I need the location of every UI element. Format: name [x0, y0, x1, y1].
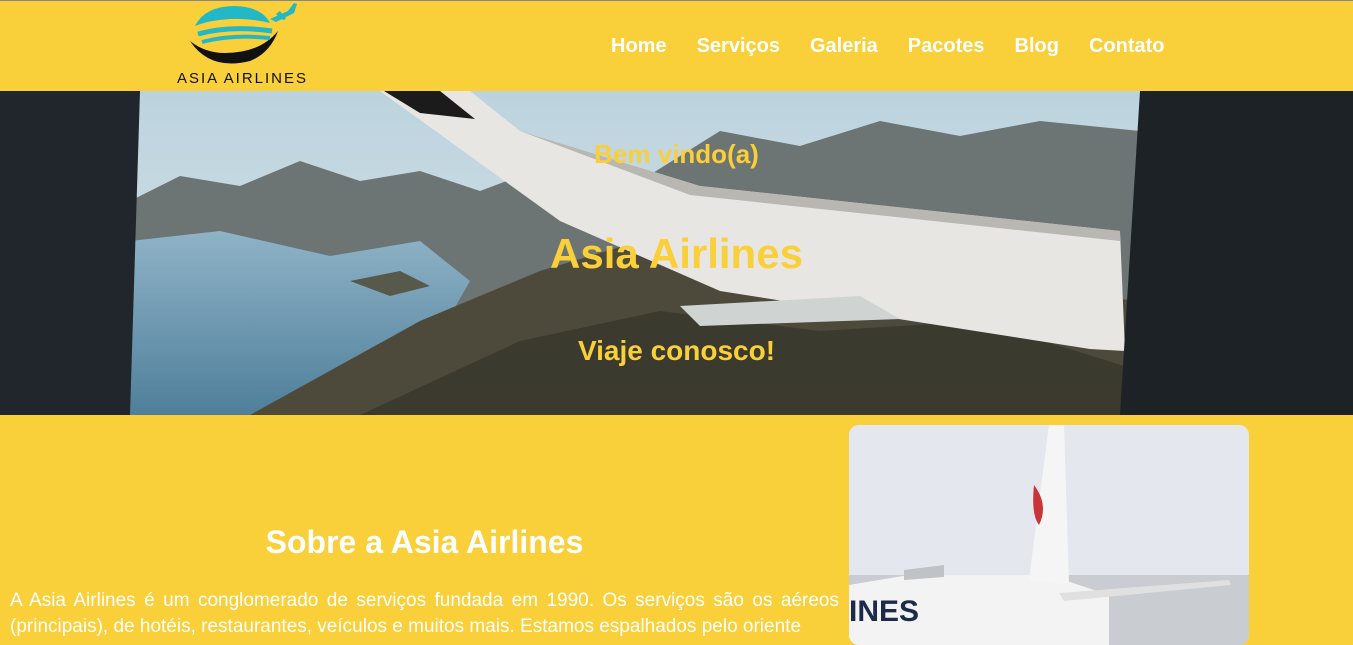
nav-galeria[interactable]: Galeria: [795, 34, 893, 58]
site-header: ASIA AIRLINES Home Serviços Galeria Paco…: [0, 1, 1353, 91]
svg-text:INES: INES: [849, 595, 919, 628]
logo-text: ASIA AIRLINES: [176, 70, 309, 87]
nav-contato[interactable]: Contato: [1074, 34, 1180, 58]
hero-tagline: Viaje conosco!: [577, 335, 776, 366]
hero-title: Asia Airlines: [550, 230, 803, 277]
main-nav: Home Serviços Galeria Pacotes Blog Conta…: [596, 34, 1180, 58]
nav-servicos[interactable]: Serviços: [682, 34, 795, 58]
airplane-logo-icon: [190, 3, 297, 64]
hero-banner: Bem vindo(a) Asia Airlines Viaje conosco…: [0, 91, 1353, 415]
hero-welcome: Bem vindo(a): [594, 139, 759, 169]
nav-blog[interactable]: Blog: [1000, 34, 1074, 58]
about-title: Sobre a Asia Airlines: [265, 524, 584, 560]
logo[interactable]: ASIA AIRLINES: [170, 1, 315, 91]
nav-pacotes[interactable]: Pacotes: [893, 34, 1000, 58]
about-airplane-photo: INES: [849, 425, 1249, 645]
about-text: A Asia Airlines é um conglomerado de ser…: [10, 590, 839, 637]
nav-home[interactable]: Home: [596, 34, 682, 58]
